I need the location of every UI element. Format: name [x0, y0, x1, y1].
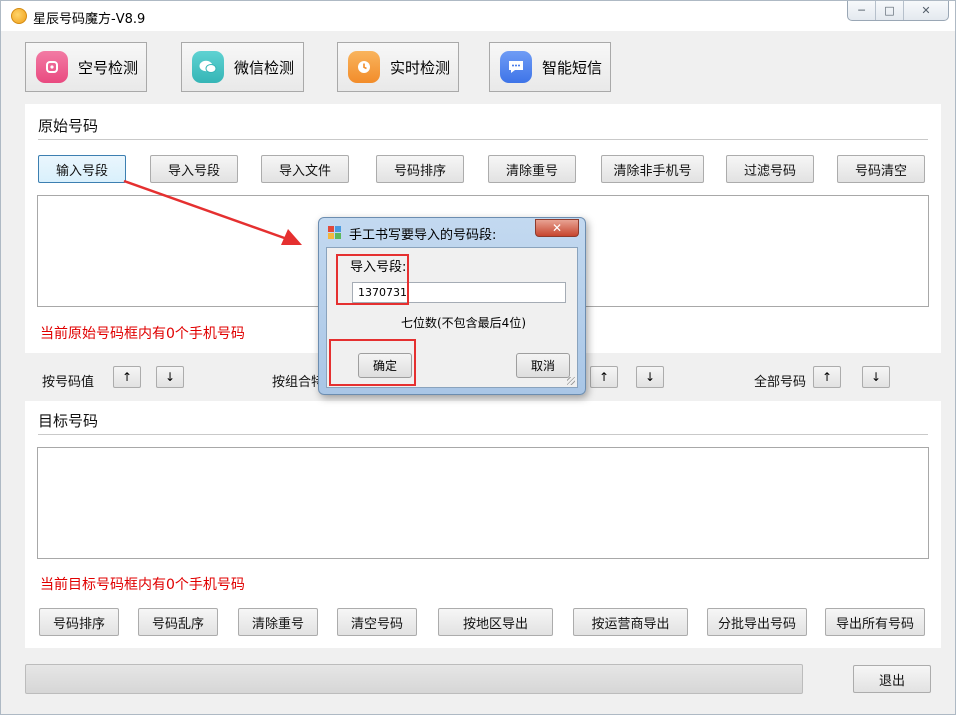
dialog-close-button[interactable]: ✕: [535, 219, 579, 237]
main-window: 星辰号码魔方-V8.9 ─ □ ✕ 空号检测 微信检测 实时检测 智能短信 原始…: [0, 0, 956, 715]
segment-hint-text: 七位数(不包含最后4位): [401, 314, 526, 331]
dialog-app-icon: [328, 226, 342, 240]
dialog-cancel-button[interactable]: 取消: [516, 353, 570, 378]
resize-grip-icon[interactable]: [567, 377, 575, 385]
annotation-highlight-ok: [329, 339, 416, 386]
annotation-highlight-input: [336, 254, 409, 305]
dialog-title: 手工书写要导入的号码段:: [349, 224, 496, 243]
